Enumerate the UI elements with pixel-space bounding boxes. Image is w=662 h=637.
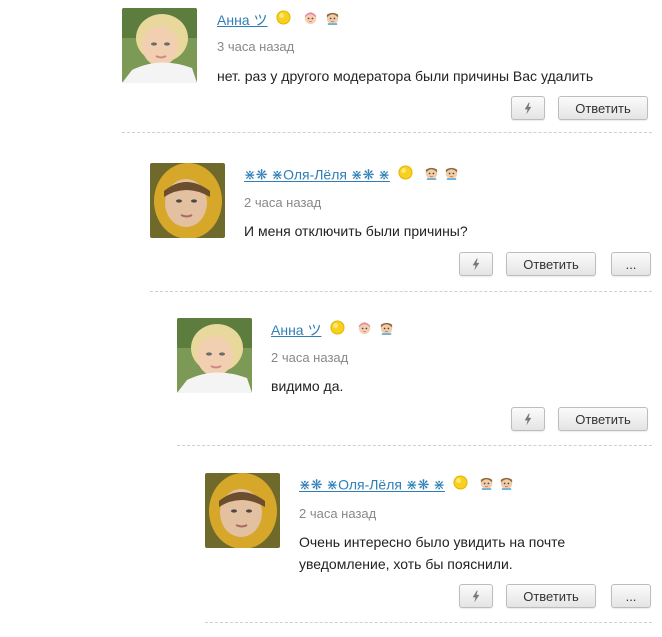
- comment-text: видимо да.: [271, 378, 344, 394]
- comment: Анна ツ 2 часа назад видимо да. Ответить: [177, 318, 652, 438]
- boy-face-icon: [325, 10, 340, 30]
- author-link[interactable]: ⋇❋ ⋇Оля-Лёля ⋇❋ ⋇: [244, 167, 390, 183]
- flash-button[interactable]: [459, 252, 493, 276]
- reply-button[interactable]: Ответить: [506, 584, 596, 608]
- reply-button[interactable]: Ответить: [558, 407, 648, 431]
- sun-icon: [276, 10, 291, 30]
- sun-icon: [398, 165, 413, 185]
- boy-face-icon: [499, 475, 514, 495]
- author-link[interactable]: Анна ツ: [217, 12, 267, 28]
- comment: ⋇❋ ⋇Оля-Лёля ⋇❋ ⋇ 2 часа назад Очень инт…: [205, 473, 652, 613]
- avatar[interactable]: [150, 163, 225, 238]
- divider: [122, 132, 652, 133]
- comment-text: нет. раз у другого модератора были причи…: [217, 68, 594, 84]
- lightning-icon: [471, 590, 481, 603]
- reply-button[interactable]: Ответить: [506, 252, 596, 276]
- comment-text: Очень интересно было увидить на почте ув…: [299, 531, 639, 575]
- author-line: Анна ツ: [217, 10, 340, 30]
- boy-face-icon: [444, 165, 459, 185]
- boy-face-icon: [479, 475, 494, 495]
- avatar[interactable]: [122, 8, 197, 83]
- sun-icon: [453, 475, 468, 495]
- boy-face-icon: [379, 320, 394, 340]
- comment-text-line: Очень интересно было увидить на почте: [299, 534, 566, 550]
- comment-text: И меня отключить были причины?: [244, 223, 468, 239]
- reply-button[interactable]: Ответить: [558, 96, 648, 120]
- divider: [205, 622, 652, 623]
- flash-button[interactable]: [511, 407, 545, 431]
- flash-button[interactable]: [459, 584, 493, 608]
- more-button[interactable]: ...: [611, 584, 651, 608]
- avatar[interactable]: [205, 473, 280, 548]
- comment-time: 2 часа назад: [299, 506, 377, 521]
- divider: [177, 445, 652, 446]
- flash-button[interactable]: [511, 96, 545, 120]
- divider: [150, 291, 652, 292]
- author-line: ⋇❋ ⋇Оля-Лёля ⋇❋ ⋇: [299, 475, 514, 495]
- author-link[interactable]: Анна ツ: [271, 322, 321, 338]
- sun-icon: [330, 320, 345, 340]
- boy-face-icon: [424, 165, 439, 185]
- comment: ⋇❋ ⋇Оля-Лёля ⋇❋ ⋇ 2 часа назад И меня от…: [150, 163, 652, 283]
- lightning-icon: [523, 102, 533, 115]
- girl-face-icon: [357, 320, 372, 340]
- lightning-icon: [471, 258, 481, 271]
- more-button[interactable]: ...: [611, 252, 651, 276]
- author-link[interactable]: ⋇❋ ⋇Оля-Лёля ⋇❋ ⋇: [299, 477, 445, 493]
- girl-face-icon: [303, 10, 318, 30]
- avatar[interactable]: [177, 318, 252, 393]
- author-line: Анна ツ: [271, 320, 394, 340]
- comment-time: 2 часа назад: [244, 195, 322, 210]
- comment-time: 2 часа назад: [271, 350, 349, 365]
- lightning-icon: [523, 413, 533, 426]
- comment-time: 3 часа назад: [217, 39, 295, 54]
- comment: Анна ツ 3 часа назад нет. раз у другого м…: [122, 8, 652, 128]
- comment-text-line: уведомление, хоть бы пояснили.: [299, 556, 513, 572]
- author-line: ⋇❋ ⋇Оля-Лёля ⋇❋ ⋇: [244, 165, 459, 185]
